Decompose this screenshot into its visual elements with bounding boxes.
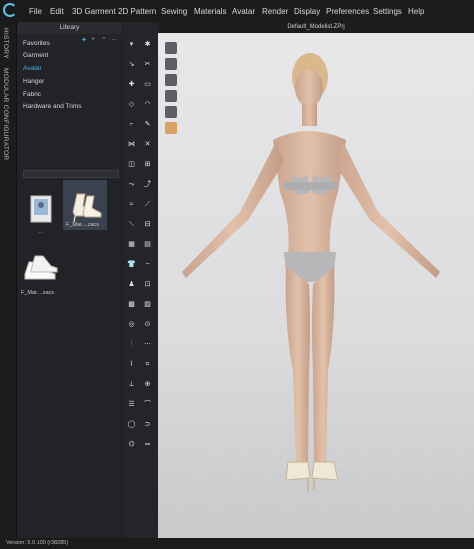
needle-icon[interactable]: ⟍ [127,220,136,229]
library-panel: Library ✦ + ⌃ ← Favorites Garment Avatar… [17,22,122,538]
thumbnail-high-heels[interactable]: F_Mar....zacs [63,180,107,230]
library-item-avatar[interactable]: Avatar [23,65,42,72]
menu-preferences[interactable]: Preferences [326,0,369,22]
menu-2d-pattern[interactable]: 2D Pattern [118,0,156,22]
gather-icon[interactable]: ▦ [127,240,136,249]
cross-icon[interactable]: ✚ [127,80,136,89]
library-item-hanger[interactable]: Hanger [23,78,44,85]
menu-materials[interactable]: Materials [194,0,226,22]
menu-edit[interactable]: Edit [50,0,64,22]
grid-icon[interactable]: ⊟ [143,220,152,229]
sew-icon[interactable]: ⤳ [127,180,136,189]
transform-icon[interactable]: ↘ [127,60,136,69]
line-icon[interactable]: ═ [143,440,152,449]
ring-icon[interactable]: ◯ [127,420,136,429]
app-logo-icon [3,3,17,17]
tape-icon[interactable]: ≈ [127,200,136,209]
measure-icon[interactable]: ⟂ [127,380,136,389]
resize-icon[interactable]: ⊡ [143,280,152,289]
menu-sewing[interactable]: Sewing [161,0,187,22]
zipper-icon[interactable]: ⫶ [127,340,136,349]
back-icon[interactable]: ← [111,36,118,43]
polygon-icon[interactable]: ◇ [127,100,136,109]
texture-icon[interactable]: ▩ [127,300,136,309]
version-text: Version: 5.0.100 (r38285) [6,540,69,546]
rectangle-icon[interactable]: ▭ [143,80,152,89]
thumbnail-sneakers[interactable]: F_Mar....zacs [19,244,63,296]
pin-icon[interactable]: ✂ [143,60,152,69]
library-item-favorites[interactable]: Favorites [23,40,50,47]
menu-settings[interactable]: Settings [373,0,402,22]
layer-icon[interactable]: ☰ [127,400,136,409]
segment-icon[interactable]: ⌐ [127,120,136,129]
library-item-fabric[interactable]: Fabric [23,91,41,98]
up-folder-icon[interactable]: ⌃ [101,36,107,44]
menu-3d-garment[interactable]: 3D Garment [72,0,116,22]
menu-bar: File Edit 3D Garment 2D Pattern Sewing M… [0,0,474,23]
buttonhole-icon[interactable]: ⊙ [143,320,152,329]
menu-avatar[interactable]: Avatar [232,0,255,22]
piping-icon[interactable]: ⌇ [127,360,136,369]
3d-viewport[interactable]: Default_Modelist.ZPrj [158,22,474,538]
fold-icon[interactable]: ◫ [127,160,136,169]
notch-icon[interactable]: ✕ [143,140,152,149]
add-favorite-icon[interactable]: ✦ [81,36,87,44]
topstitch-icon[interactable]: ⋯ [143,340,152,349]
menu-render[interactable]: Render [262,0,288,22]
arrangement-icon[interactable]: ⊕ [143,380,152,389]
select-move-icon[interactable]: ▾ [127,40,136,49]
hanger-icon[interactable]: ⌒ [143,400,152,409]
library-item-hardware-trims[interactable]: Hardware and Trims [23,103,82,110]
ruler-icon[interactable]: ▤ [143,240,152,249]
library-item-garment[interactable]: Garment [23,52,48,59]
strap-icon[interactable]: ⊃ [143,420,152,429]
sneaker-icon [24,255,58,280]
library-title: Library [17,22,122,34]
button-tool-icon[interactable]: ◎ [127,320,136,329]
figure-pose-icon[interactable]: ✱ [143,40,152,49]
menu-help[interactable]: Help [408,0,424,22]
thumbnail-parent-folder[interactable]: .. [19,187,63,237]
status-bar: Version: 5.0.100 (r38285) [0,538,474,549]
graphic-icon[interactable]: ▨ [143,300,152,309]
tab-history[interactable]: HISTORY [2,28,9,59]
curve-icon[interactable]: ◠ [143,100,152,109]
thumbnail-label: F_Mar....zacs [66,222,100,228]
library-search-input[interactable] [23,170,119,178]
thumbnail-label: .. [39,229,43,235]
side-tab-bar: HISTORY MODULAR CONFIGURATOR [0,22,17,538]
menu-file[interactable]: File [29,0,42,22]
tab-modular-configurator[interactable]: MODULAR CONFIGURATOR [2,68,9,160]
menu-display[interactable]: Display [294,0,320,22]
brush-icon[interactable]: ⟋ [143,200,152,209]
seam-icon[interactable]: ⊞ [143,160,152,169]
avatar-model [158,53,474,538]
tool-strip: ▾ ✱ ↘ ✂ ✚ ▭ ◇ ◠ ⌐ ✎ ⋈ ✕ ◫ ⊞ ⤳ ⤴ ≈ ⟋ ⟍ ⊟ … [123,22,158,538]
free-sew-icon[interactable]: ⤴ [143,180,152,189]
shape-icon[interactable]: ⌬ [127,440,136,449]
add-folder-icon[interactable]: + [91,36,95,43]
thumbnail-label: F_Mar....zacs [21,290,55,296]
dart-icon[interactable]: ⋈ [127,140,136,149]
trim-icon[interactable]: ⌗ [143,360,152,369]
shirt-icon[interactable]: 👕 [127,260,136,269]
avatar-icon[interactable]: ♟ [127,280,136,289]
minus-icon[interactable]: − [143,260,152,269]
edit-curve-icon[interactable]: ✎ [143,120,152,129]
